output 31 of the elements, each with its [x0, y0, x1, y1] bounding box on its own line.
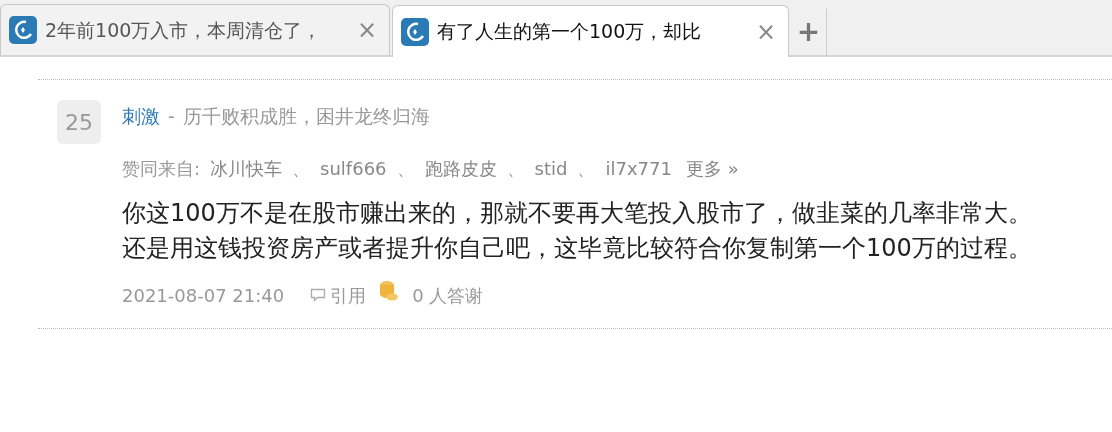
tab-title: 有了人生的第一个100万，却比 — [437, 19, 703, 45]
site-icon — [401, 17, 429, 46]
thanks-link[interactable]: 0 人答谢 — [412, 281, 484, 309]
separator: 、 — [292, 156, 311, 181]
more-link[interactable]: 更多 » — [685, 154, 739, 182]
signature: 历千败积成胜，困井龙终归海 — [182, 104, 430, 129]
tab-title: 2年前100万入市，本周清仓了， — [45, 17, 323, 43]
close-button[interactable]: × — [352, 18, 381, 42]
voter-link[interactable]: sulf666 — [320, 154, 387, 182]
post-time: 2021-08-07 21:40 — [122, 283, 285, 308]
separator: 、 — [577, 156, 596, 181]
separator: 、 — [396, 156, 415, 181]
quote-link[interactable]: 引用 — [310, 281, 367, 309]
floor-number: 25 — [57, 100, 101, 144]
voter-link[interactable]: il7x771 — [605, 154, 672, 182]
reply-paragraph: 你这100万不是在股市赚出来的，那就不要再大笔投入股市了，做韭菜的几率非常大。 — [122, 197, 1033, 229]
votes-label: 赞同来自: — [122, 156, 201, 181]
site-icon — [9, 16, 37, 44]
speech-bubble-icon — [310, 287, 327, 303]
browser-tab[interactable]: 有了人生的第一个100万，却比 × — [392, 5, 789, 57]
coins-icon — [378, 280, 401, 302]
voter-link[interactable]: stid — [534, 154, 568, 182]
browser-tab[interactable]: 2年前100万入市，本周清仓了， × — [0, 4, 390, 55]
close-button[interactable]: × — [751, 19, 780, 44]
separator: - — [168, 104, 175, 129]
reply-paragraph: 还是用这钱投资房产或者提升你自己吧，这毕竟比较符合你复制第一个100万的过程。 — [122, 232, 1033, 264]
voter-link[interactable]: 冰川快车 — [210, 154, 283, 182]
author-link[interactable]: 刺激 — [122, 102, 160, 131]
new-tab-button[interactable]: + — [791, 9, 827, 55]
voter-link[interactable]: 跑路皮皮 — [424, 154, 497, 182]
separator: 、 — [506, 156, 525, 181]
